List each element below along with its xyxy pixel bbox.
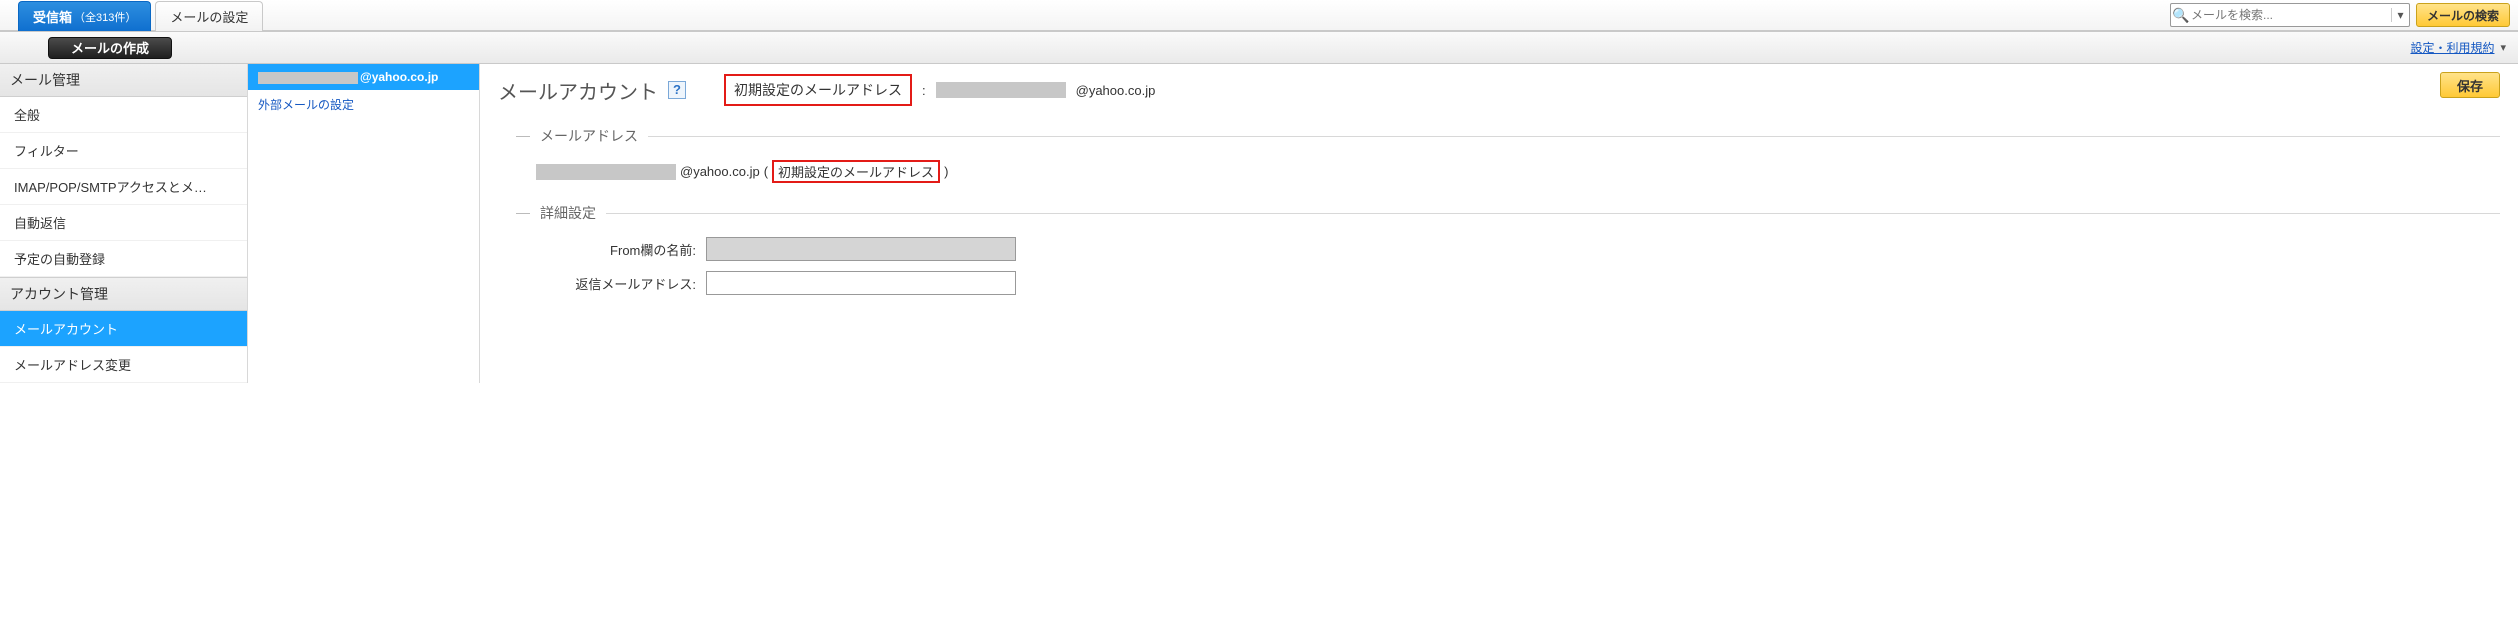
- sidebar-header-mail-management: メール管理: [0, 64, 247, 97]
- sidebar-item-imap-pop-smtp[interactable]: IMAP/POP/SMTPアクセスとメ…: [0, 169, 247, 205]
- address-local-redacted: [536, 164, 676, 180]
- from-name-label: From欄の名前:: [536, 240, 696, 259]
- address-note-open: (: [764, 164, 768, 179]
- tab-inbox-label: 受信箱: [33, 7, 72, 26]
- search-options-dropdown-icon[interactable]: ▾: [2391, 8, 2409, 22]
- account-item-primary-domain: @yahoo.co.jp: [360, 70, 438, 84]
- section-header-detail: 詳細設定: [540, 203, 596, 223]
- divider-icon: [516, 213, 530, 214]
- tab-mail-settings[interactable]: メールの設定: [155, 1, 263, 31]
- default-address-domain: @yahoo.co.jp: [1076, 83, 1156, 98]
- sidebar-item-auto-schedule[interactable]: 予定の自動登録: [0, 241, 247, 277]
- sidebar-header-account-management: アカウント管理: [0, 277, 247, 311]
- address-note-close: ): [944, 164, 948, 179]
- sidebar-item-general[interactable]: 全般: [0, 97, 247, 133]
- section-header-mail-address: メールアドレス: [540, 126, 638, 146]
- account-item-primary[interactable]: @yahoo.co.jp: [248, 64, 479, 90]
- default-address-local-redacted: [936, 82, 1066, 98]
- sidebar-item-filter[interactable]: フィルター: [0, 133, 247, 169]
- sidebar-item-change-address[interactable]: メールアドレス変更: [0, 347, 247, 383]
- search-button[interactable]: メールの検索: [2416, 3, 2510, 27]
- sidebar-item-mail-account[interactable]: メールアカウント: [0, 311, 247, 347]
- reply-address-input[interactable]: [706, 271, 1016, 295]
- divider-icon: [516, 136, 530, 137]
- account-item-primary-local-redacted: [258, 72, 358, 84]
- default-address-colon: :: [922, 83, 926, 98]
- divider-icon: [606, 213, 2500, 214]
- reply-address-label: 返信メールアドレス:: [536, 274, 696, 293]
- default-address-label: 初期設定のメールアドレス: [724, 74, 912, 106]
- address-note: 初期設定のメールアドレス: [772, 160, 940, 183]
- tab-inbox[interactable]: 受信箱 （全313件）: [18, 1, 151, 31]
- page-title: メールアカウント: [498, 76, 658, 105]
- settings-terms-dropdown-icon[interactable]: ▾: [2500, 41, 2506, 54]
- settings-terms-link[interactable]: 設定・利用規約: [2410, 39, 2494, 56]
- from-name-input[interactable]: [706, 237, 1016, 261]
- search-input[interactable]: [2191, 5, 2391, 25]
- tab-mail-settings-label: メールの設定: [170, 7, 248, 26]
- compose-button[interactable]: メールの作成: [48, 37, 172, 59]
- search-box[interactable]: 🔍 ▾: [2170, 3, 2410, 27]
- save-button[interactable]: 保存: [2440, 72, 2500, 98]
- search-icon: 🔍: [2171, 7, 2191, 24]
- tab-inbox-count: （全313件）: [74, 9, 136, 25]
- account-item-external-settings[interactable]: 外部メールの設定: [248, 90, 479, 119]
- divider-icon: [648, 136, 2500, 137]
- sidebar-item-auto-reply[interactable]: 自動返信: [0, 205, 247, 241]
- help-icon[interactable]: ?: [668, 81, 686, 99]
- address-domain: @yahoo.co.jp: [680, 164, 760, 179]
